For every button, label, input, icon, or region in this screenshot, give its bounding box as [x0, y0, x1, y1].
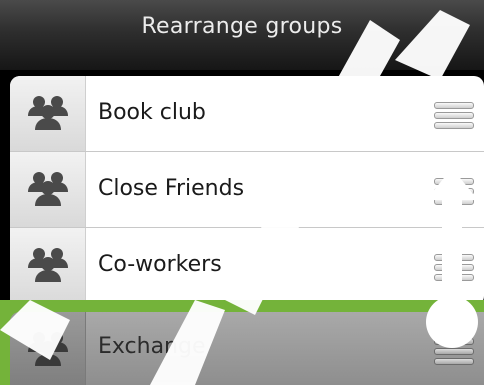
- drag-handle-icon[interactable]: [434, 338, 474, 368]
- drag-handle-icon[interactable]: [434, 254, 474, 284]
- dragging-list-item[interactable]: Exchange: [10, 312, 484, 385]
- drag-handle-icon[interactable]: [434, 178, 474, 208]
- group-icon: [10, 312, 86, 385]
- list-item[interactable]: Book club: [10, 76, 484, 152]
- drop-target-indicator: Exchange: [0, 300, 484, 385]
- group-name: Exchange: [98, 334, 206, 359]
- list-item[interactable]: Co-workers: [10, 228, 484, 306]
- title-bar: Rearrange groups: [0, 0, 484, 70]
- group-icon: [10, 152, 86, 227]
- group-name: Co-workers: [98, 252, 222, 277]
- group-name: Close Friends: [98, 176, 245, 201]
- drag-handle-icon[interactable]: [434, 102, 474, 132]
- page-title: Rearrange groups: [141, 14, 343, 39]
- group-icon: [10, 76, 86, 151]
- list-item[interactable]: Close Friends: [10, 152, 484, 228]
- group-icon: [10, 228, 86, 306]
- group-name: Book club: [98, 100, 206, 125]
